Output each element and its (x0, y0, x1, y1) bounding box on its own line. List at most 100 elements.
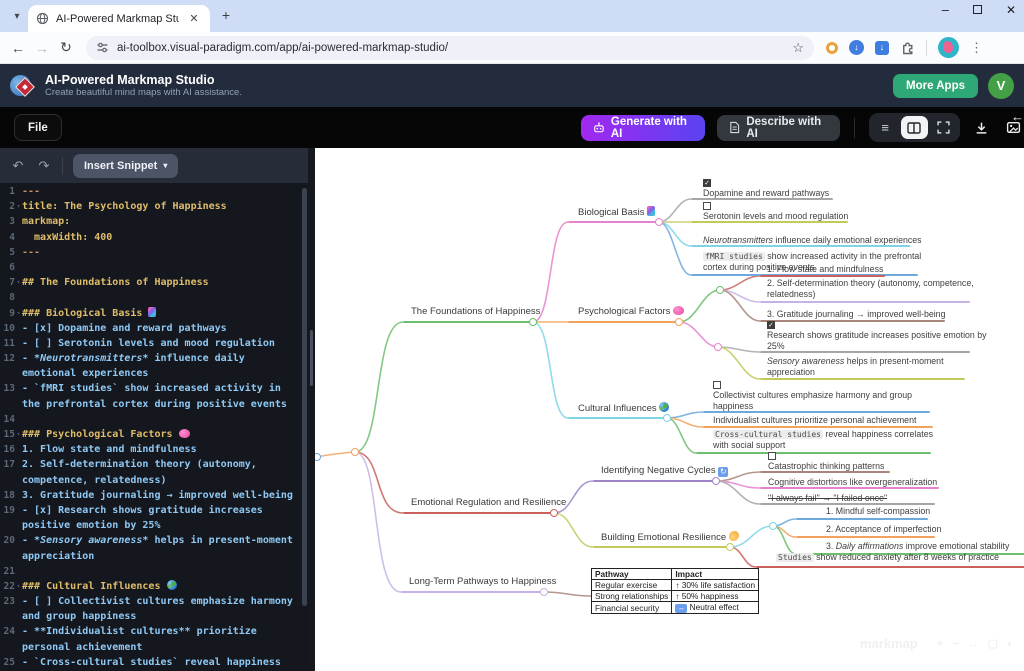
map-node-emotional-regulation[interactable]: Emotional Regulation and Resilience (411, 497, 566, 509)
fold-icon[interactable]: ▾ (15, 199, 22, 214)
code-editor[interactable]: 1---2▾title: The Psychology of Happiness… (0, 184, 301, 671)
map-node-sensory-awareness[interactable]: Sensory awareness helps in present-momen… (767, 356, 944, 378)
fold-icon[interactable]: ▾ (15, 275, 22, 290)
map-checkbox[interactable] (703, 202, 711, 210)
map-node-gratitude-journaling[interactable]: 3. Gratitude journaling → improved well-… (767, 309, 945, 320)
downloads-icon[interactable]: ↓ (875, 41, 889, 55)
fold-icon[interactable]: ▾ (15, 306, 22, 321)
editor-line[interactable]: positive emotion by 25% (0, 518, 301, 533)
editor-line[interactable]: 8 (0, 290, 301, 305)
bookmark-star-icon[interactable]: ☆ (792, 40, 804, 56)
reload-icon[interactable]: ↻ (54, 39, 78, 56)
editor-line[interactable]: 7▾## The Foundations of Happiness (0, 275, 301, 290)
editor-line[interactable]: 23- [ ] Collectivist cultures emphasize … (0, 594, 301, 609)
split-view-icon[interactable] (901, 116, 928, 139)
download-progress-icon[interactable]: ↓ (849, 40, 864, 55)
map-checkbox[interactable]: ✓ (767, 321, 775, 329)
editor-line[interactable]: 5--- (0, 245, 301, 260)
url-field[interactable]: ai-toolbox.visual-paradigm.com/app/ai-po… (86, 36, 814, 60)
fold-icon[interactable]: ▾ (15, 427, 22, 442)
map-node-self-determination[interactable]: 2. Self-determination theory (autonomy, … (767, 278, 974, 300)
map-node-serotonin[interactable]: Serotonin levels and mood regulation (703, 211, 848, 222)
editor-line[interactable]: 20- *Sensory awareness* helps in present… (0, 533, 301, 548)
map-circle-psych-list-hub[interactable] (716, 286, 724, 294)
map-circle-root-hub[interactable] (351, 448, 359, 456)
editor-line[interactable]: emotional experiences (0, 366, 301, 381)
editor-line[interactable]: 9▾### Biological Basis (0, 306, 301, 321)
map-node-foundations-of-happiness[interactable]: The Foundations of Happiness (411, 306, 540, 318)
window-close-button[interactable]: ✕ (1006, 3, 1016, 17)
editor-line[interactable]: 10- [x] Dopamine and reward pathways (0, 321, 301, 336)
forward-icon[interactable]: → (30, 40, 54, 56)
browser-tab[interactable]: AI-Powered Markmap Studio ✕ (28, 5, 210, 32)
new-tab-button[interactable]: + (218, 8, 234, 24)
editor-line[interactable]: 19- [x] Research shows gratitude increas… (0, 503, 301, 518)
map-circle-biological-basis[interactable] (655, 218, 663, 226)
editor-line[interactable]: 3markmap: (0, 214, 301, 229)
map-node-flow-state[interactable]: 1. Flow state and mindfulness (767, 264, 883, 275)
window-minimize-button[interactable]: – (942, 2, 949, 17)
mindmap-canvas[interactable]: The Foundations of Happiness Emotional Re… (315, 148, 1024, 671)
map-node-acceptance-imperfection[interactable]: 2. Acceptance of imperfection (826, 524, 941, 535)
editor-line[interactable]: 14 (0, 412, 301, 427)
map-circle-psych-bullets-hub[interactable] (714, 343, 722, 351)
map-node-long-term-pathways[interactable]: Long-Term Pathways to Happiness (409, 576, 556, 588)
map-node-mindful-self-compassion[interactable]: 1. Mindful self-compassion (826, 506, 930, 517)
describe-with-ai-button[interactable]: Describe with AI (717, 115, 839, 141)
editor-scrollbar[interactable] (301, 184, 308, 671)
editor-line[interactable]: 161. Flow state and mindfulness (0, 442, 301, 457)
editor-line[interactable]: the prefrontal cortex during positive ev… (0, 397, 301, 412)
editor-line[interactable]: 22▾### Cultural Influences (0, 579, 301, 594)
map-node-neurotransmitters[interactable]: Neurotransmitters influence daily emotio… (703, 235, 922, 246)
map-node-always-fail[interactable]: "I always fail" → "I failed once" (768, 493, 887, 504)
map-node-psychological-factors[interactable]: Psychological Factors (578, 306, 684, 318)
file-menu-button[interactable]: File (14, 114, 62, 141)
tab-close-icon[interactable]: ✕ (186, 11, 202, 27)
editor-line[interactable]: 6 (0, 260, 301, 275)
map-node-studies-anxiety[interactable]: Studies show reduced anxiety after 8 wee… (776, 552, 999, 563)
map-node-collectivist-cultures[interactable]: Collectivist cultures emphasize harmony … (713, 390, 912, 412)
fold-icon[interactable]: ▾ (15, 579, 22, 594)
editor-line[interactable]: 1--- (0, 184, 301, 199)
fullscreen-view-icon[interactable] (930, 116, 957, 139)
extension-ring-icon[interactable] (826, 42, 838, 54)
generate-with-ai-button[interactable]: Generate with AI (581, 115, 705, 141)
editor-line[interactable]: 183. Gratitude journaling → improved wel… (0, 488, 301, 503)
map-circle-identifying-negative-cycles[interactable] (712, 477, 720, 485)
site-settings-icon[interactable] (96, 41, 109, 54)
map-node-catastrophic-thinking[interactable]: Catastrophic thinking patterns (768, 461, 884, 472)
map-node-building-emotional-resilience[interactable]: Building Emotional Resilience (601, 531, 739, 544)
map-circle-long-term-pathways[interactable] (540, 588, 548, 596)
editor-line[interactable]: 11- [ ] Serotonin levels and mood regula… (0, 336, 301, 351)
map-checkbox[interactable] (713, 381, 721, 389)
editor-line[interactable]: 24- **Individualist cultures** prioritiz… (0, 624, 301, 639)
editor-line[interactable]: competence, relatedness) (0, 473, 301, 488)
map-node-daily-affirmations[interactable]: 3. Daily affirmations improve emotional … (826, 541, 1009, 552)
editor-line[interactable]: 21 (0, 564, 301, 579)
map-circle-psychological-factors[interactable] (675, 318, 683, 326)
panel-divider[interactable] (308, 148, 315, 671)
editor-line[interactable]: 25- `Cross-cultural studies` reveal happ… (0, 655, 301, 670)
extensions-puzzle-icon[interactable] (900, 40, 915, 55)
undo-icon[interactable]: ↶ (10, 158, 26, 174)
window-maximize-button[interactable] (973, 5, 982, 14)
editor-line[interactable]: 12- *Neurotransmitters* influence daily (0, 351, 301, 366)
tab-search-chevron-icon[interactable]: ▾ (8, 7, 26, 25)
map-table-node[interactable]: PathwayImpactRegular exercise↑ 30% life … (591, 568, 759, 614)
map-circle-resilience-list-hub[interactable] (769, 522, 777, 530)
editor-line[interactable]: 172. Self-determination theory (autonomy… (0, 457, 301, 472)
map-circle-cultural-influences[interactable] (663, 414, 671, 422)
map-circle-foundations-of-happiness[interactable] (529, 318, 537, 326)
insert-snippet-button[interactable]: Insert Snippet ▾ (73, 154, 178, 178)
map-circle-building-emotional-resilience[interactable] (726, 543, 734, 551)
redo-icon[interactable]: ↷ (36, 158, 52, 174)
map-node-research-gratitude[interactable]: Research shows gratitude increases posit… (767, 330, 987, 352)
map-node-cognitive-distortions[interactable]: Cognitive distortions like overgeneraliz… (768, 477, 937, 488)
editor-line[interactable]: personal achievement (0, 640, 301, 655)
editor-line[interactable]: and group happiness (0, 609, 301, 624)
editor-line[interactable]: 13- `fMRI studies` show increased activi… (0, 381, 301, 396)
map-checkbox[interactable] (768, 452, 776, 460)
map-node-biological-basis[interactable]: Biological Basis (578, 206, 655, 219)
user-avatar[interactable]: V (988, 73, 1014, 99)
browser-profile-avatar[interactable] (938, 37, 959, 58)
